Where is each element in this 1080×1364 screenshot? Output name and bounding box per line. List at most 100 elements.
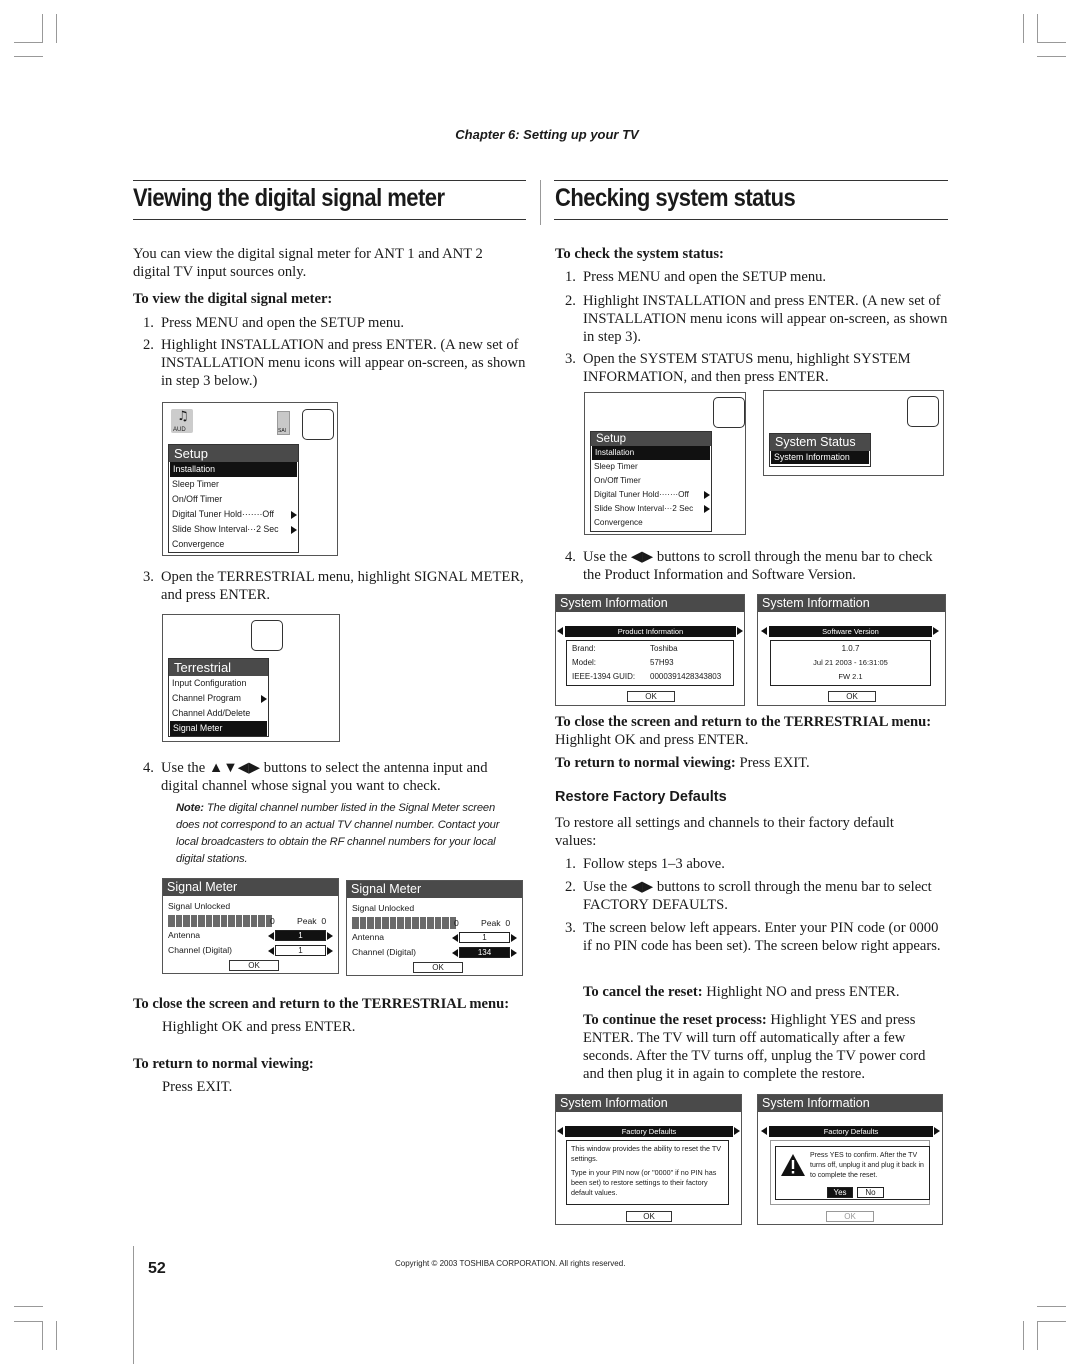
menu-title: Setup <box>169 445 298 462</box>
channel-selector[interactable]: 134 <box>459 947 510 958</box>
menu-bar-tab[interactable]: Product Information <box>565 626 736 637</box>
ok-button[interactable]: OK <box>413 962 463 973</box>
arrow-left-icon[interactable] <box>452 949 458 957</box>
menu-item-digital-tuner-hold[interactable]: Digital Tuner Hold·······Off <box>169 507 298 522</box>
tv-screen-factory-defaults-confirm: System Information Factory Defaults Pres… <box>757 1094 943 1225</box>
arrow-right-icon[interactable] <box>933 627 939 635</box>
title-rule <box>133 219 526 220</box>
arrow-left-icon[interactable] <box>761 627 767 635</box>
step-1: 1. Press MENU and open the SETUP menu. <box>143 314 528 332</box>
arrow-left-icon[interactable] <box>452 934 458 942</box>
signal-level-bar <box>168 915 272 927</box>
menu-bar-tab[interactable]: Software Version <box>769 626 932 637</box>
menu-item-channel-add-delete[interactable]: Channel Add/Delete <box>169 706 268 721</box>
restore-heading: Restore Factory Defaults <box>555 789 727 805</box>
model-value: 57H93 <box>650 658 674 667</box>
menu-item-signal-meter[interactable]: Signal Meter <box>170 721 267 736</box>
menu-item-convergence[interactable]: Convergence <box>169 537 298 552</box>
arrow-right-icon[interactable] <box>934 1127 940 1135</box>
arrow-right-icon <box>291 526 297 534</box>
step-text: Use the ◀▶ buttons to scroll through the… <box>583 879 932 913</box>
info-text-2: Type in your PIN now (or "0000" if no PI… <box>571 1168 717 1197</box>
product-info-box: Brand: Toshiba Model: 57H93 IEEE-1394 GU… <box>566 640 734 686</box>
note: Note: The digital channel number listed … <box>176 800 506 868</box>
brand-label: Brand: <box>572 644 596 653</box>
no-button[interactable]: No <box>857 1187 884 1198</box>
step-text: Open the TERRESTRIAL menu, highlight SIG… <box>161 569 524 603</box>
menu-item-installation[interactable]: Installation <box>592 446 710 460</box>
step-3: 3. Open the TERRESTRIAL menu, highlight S… <box>143 568 528 604</box>
arrow-right-icon[interactable] <box>734 1127 740 1135</box>
setup-menu: Setup Installation Sleep Timer On/Off Ti… <box>590 431 712 532</box>
arrow-left-icon[interactable] <box>557 1127 563 1135</box>
tv-screen-signal-meter-a: Signal Meter Signal Unlocked 0 Peak 0 An… <box>162 878 339 974</box>
menu-bar-tab[interactable]: Factory Defaults <box>565 1126 733 1137</box>
menu-item-onoff-timer[interactable]: On/Off Timer <box>591 474 711 488</box>
step-3: 3. Open the SYSTEM STATUS menu, highlight… <box>565 350 950 386</box>
arrow-right-icon[interactable] <box>327 947 333 955</box>
menu-item-digital-tuner-hold[interactable]: Digital Tuner Hold·······Off <box>591 488 711 502</box>
menu-item-convergence[interactable]: Convergence <box>591 516 711 530</box>
menu-item-installation[interactable]: Installation <box>170 462 297 477</box>
tv-screen-terrestrial-menu: Terrestrial Input Configuration Channel … <box>162 614 340 742</box>
intro-paragraph: You can view the digital signal meter fo… <box>133 246 483 280</box>
arrow-left-icon[interactable] <box>761 1127 767 1135</box>
menu-item-slide-show-interval[interactable]: Slide Show Interval···2 Sec <box>169 522 298 537</box>
confirm-dialog: Press YES to confirm. After the TV turns… <box>775 1146 930 1200</box>
menu-title: Terrestrial <box>169 659 268 676</box>
return-line: To return to normal viewing: Press EXIT. <box>555 754 810 772</box>
ok-button[interactable]: OK <box>229 960 279 971</box>
page-number: 52 <box>148 1260 166 1277</box>
crop-mark <box>14 1321 43 1322</box>
step-text: Open the SYSTEM STATUS menu, highlight S… <box>583 351 911 385</box>
arrow-right-icon[interactable] <box>511 949 517 957</box>
window-title: System Information <box>758 595 945 612</box>
menu-icon-placeholder <box>302 409 334 440</box>
antenna-label: Antenna <box>352 932 385 942</box>
crop-mark <box>14 42 43 43</box>
arrow-right-icon[interactable] <box>511 934 517 942</box>
yes-button[interactable]: Yes <box>827 1187 853 1198</box>
ok-button[interactable]: OK <box>826 1211 874 1222</box>
arrow-left-icon[interactable] <box>557 627 563 635</box>
step-4: 4. Use the ▲▼◀▶ buttons to select the ant… <box>143 759 528 795</box>
arrow-right-icon[interactable] <box>327 932 333 940</box>
tv-screen-system-status-menu: System Status System Information <box>763 390 944 476</box>
note-label: Note: <box>176 802 204 814</box>
arrow-right-icon[interactable] <box>737 627 743 635</box>
arrow-left-icon[interactable] <box>268 947 274 955</box>
peak-value: Peak 0 <box>297 916 327 926</box>
menu-item-input-configuration[interactable]: Input Configuration <box>169 676 268 691</box>
guid-value: 0000391428343803 <box>650 672 722 681</box>
menu-item-slide-show-interval[interactable]: Slide Show Interval···2 Sec <box>591 502 711 516</box>
ok-button[interactable]: OK <box>626 1211 672 1222</box>
crop-mark <box>1037 56 1066 57</box>
crop-mark <box>1023 1321 1024 1350</box>
section-title-signal-meter: Viewing the digital signal meter <box>133 184 445 212</box>
restore-step-1: 1. Follow steps 1–3 above. <box>565 855 950 873</box>
tv-screen-setup-menu: ♫ AUD SAI Setup Installation Sleep Timer … <box>162 402 338 556</box>
menu-item-channel-program[interactable]: Channel Program <box>169 691 268 706</box>
software-version: 1.0.7 <box>841 644 860 653</box>
ok-button[interactable]: OK <box>828 691 876 702</box>
note-text: The digital channel number listed in the… <box>176 802 500 865</box>
menu-item-sleep-timer[interactable]: Sleep Timer <box>169 477 298 492</box>
continue-heading: To continue the reset process: <box>583 1012 767 1028</box>
icon-label: AUD <box>173 427 186 433</box>
menu-item-sleep-timer[interactable]: Sleep Timer <box>591 460 711 474</box>
setup-menu: Setup Installation Sleep Timer On/Off Ti… <box>168 444 299 553</box>
channel-selector[interactable]: 1 <box>275 945 326 956</box>
antenna-selector[interactable]: 1 <box>459 932 510 943</box>
menu-item-system-information[interactable]: System Information <box>771 451 869 464</box>
menu-item-onoff-timer[interactable]: On/Off Timer <box>169 492 298 507</box>
title-rule <box>133 180 526 181</box>
arrow-right-icon <box>291 511 297 519</box>
arrow-left-icon[interactable] <box>268 932 274 940</box>
ok-button[interactable]: OK <box>627 691 675 702</box>
column-divider <box>540 180 541 225</box>
step-2: 2. Highlight INSTALLATION and press ENTER… <box>143 336 528 390</box>
crop-mark <box>1023 14 1024 43</box>
menu-bar-tab[interactable]: Factory Defaults <box>769 1126 933 1137</box>
signal-level-value: 0 <box>270 916 275 926</box>
antenna-selector[interactable]: 1 <box>275 930 326 941</box>
